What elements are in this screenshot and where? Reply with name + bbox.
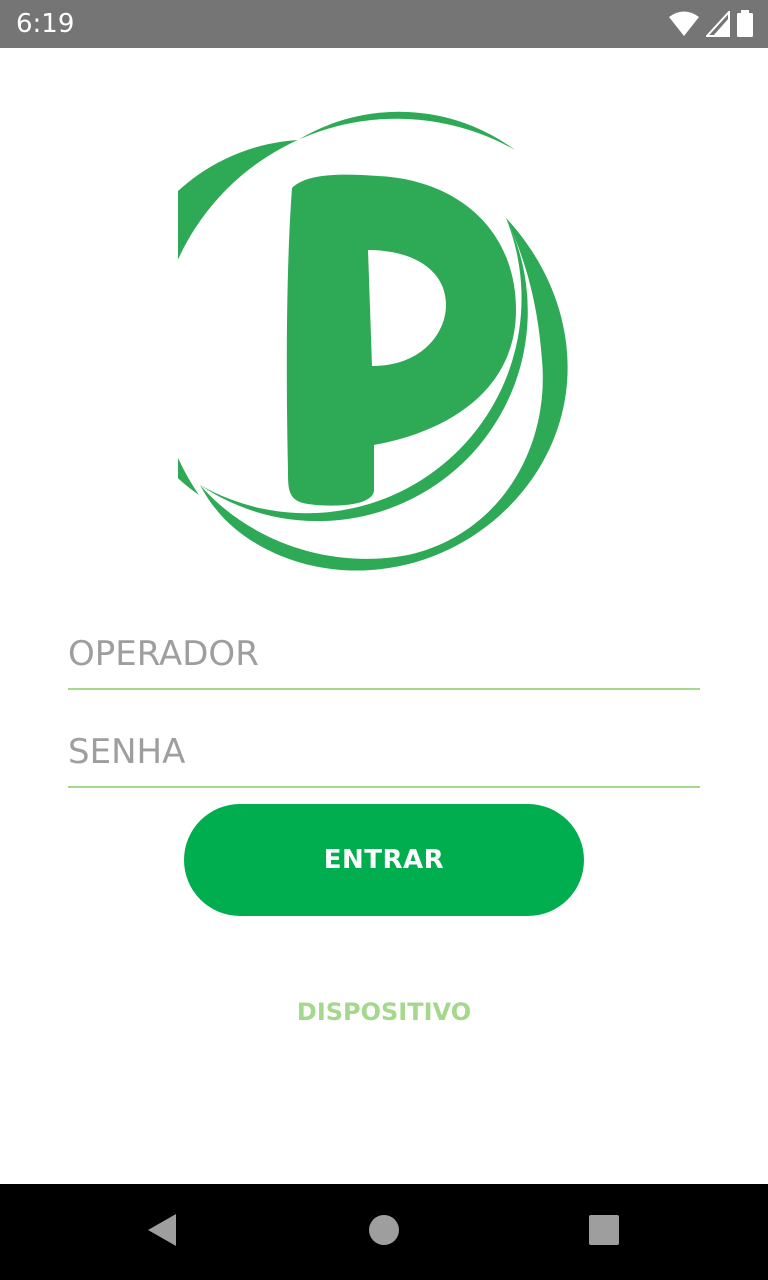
recents-icon xyxy=(589,1215,619,1249)
home-button[interactable] xyxy=(354,1202,414,1262)
dispositivo-label: DISPOSITIVO xyxy=(296,998,472,1026)
entrar-button[interactable]: ENTRAR xyxy=(184,804,584,916)
back-icon xyxy=(146,1213,178,1251)
signal-icon xyxy=(706,11,730,37)
operador-placeholder: OPERADOR xyxy=(68,634,259,674)
status-time: 6:19 xyxy=(16,9,75,39)
dispositivo-link[interactable]: DISPOSITIVO xyxy=(0,994,768,1030)
battery-icon xyxy=(736,10,754,38)
wifi-icon xyxy=(668,11,700,37)
recents-button[interactable] xyxy=(574,1202,634,1262)
status-icons xyxy=(668,10,754,38)
operador-input[interactable]: OPERADOR xyxy=(68,618,700,690)
senha-placeholder: SENHA xyxy=(68,732,186,772)
back-button[interactable] xyxy=(132,1202,192,1262)
navigation-bar xyxy=(0,1184,768,1280)
app-logo xyxy=(114,100,578,580)
entrar-button-label: ENTRAR xyxy=(323,845,445,875)
home-icon xyxy=(368,1214,400,1250)
senha-input[interactable]: SENHA xyxy=(68,716,700,788)
status-bar: 6:19 xyxy=(0,0,768,48)
